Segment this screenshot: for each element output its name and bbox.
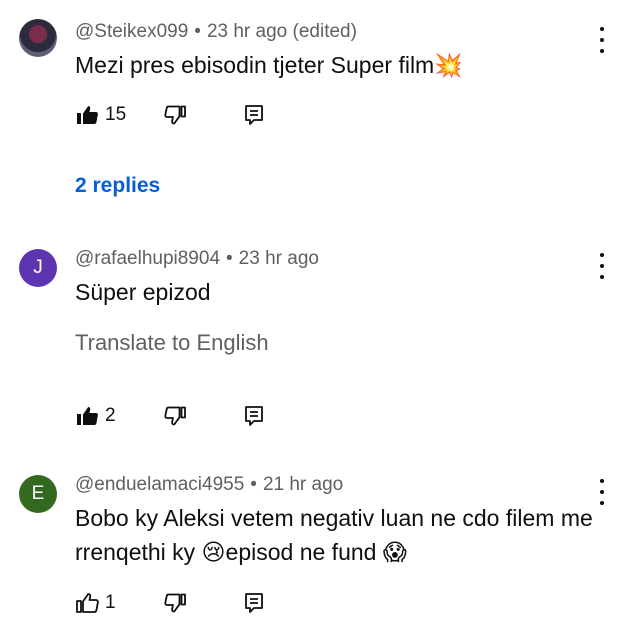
thumbs-down-icon [164,593,186,613]
thumbs-down-icon [164,105,186,125]
comment-text: Bobo ky Aleksi vetem negativ luan ne cdo… [75,505,593,565]
more-options-button[interactable] [594,479,610,505]
comment-text: Süper epizod [75,279,211,305]
reply-button[interactable] [243,404,265,428]
comment-author[interactable]: @rafaelhupi8904 [75,248,220,269]
like-count: 15 [105,104,127,125]
thumbs-up-icon [77,407,98,425]
reply-button[interactable] [243,591,265,615]
like-button[interactable]: 1 [75,591,116,615]
comment-meta: @rafaelhupi8904 • 23 hr ago [75,248,319,270]
comment-meta: @Steikex099 • 23 hr ago (edited) [75,21,357,43]
reply-button[interactable] [243,103,265,127]
like-count: 2 [105,405,116,426]
avatar[interactable]: E [19,475,57,513]
more-options-button[interactable] [594,27,610,53]
thumbs-up-icon [76,593,99,613]
translate-link[interactable]: Translate to English [75,330,269,356]
meta-separator: • [250,474,257,495]
reply-comment-icon [245,406,263,426]
like-button[interactable]: 15 [75,103,126,127]
comment-meta: @enduelamaci4955 • 21 hr ago [75,474,343,496]
dislike-button[interactable] [163,591,187,615]
comment-time: 21 hr ago [262,474,344,495]
more-vertical-icon [600,27,604,31]
thumbs-up-icon [77,106,98,124]
avatar[interactable] [19,19,57,57]
more-vertical-icon [600,253,604,257]
comment-time: 23 hr ago [238,248,319,269]
comment-time: 23 hr ago (edited) [206,21,357,42]
reply-comment-icon [245,593,263,613]
meta-separator: • [226,248,233,269]
comment-author[interactable]: @Steikex099 [75,21,188,42]
like-button[interactable]: 2 [75,404,116,428]
more-vertical-icon [600,479,604,483]
reply-comment-icon [245,105,263,125]
like-count: 1 [105,592,116,613]
avatar[interactable]: J [19,249,57,287]
dislike-button[interactable] [163,103,187,127]
thumbs-down-icon [164,406,186,426]
comment-text: Mezi pres ebisodin tjeter Super film💥 [75,52,463,78]
avatar-letter: J [33,257,43,278]
view-replies-button[interactable]: 2 replies [75,174,160,198]
comment-author[interactable]: @enduelamaci4955 [75,474,244,495]
avatar-letter: E [31,483,45,504]
dislike-button[interactable] [163,404,187,428]
meta-separator: • [194,21,201,42]
more-options-button[interactable] [594,253,610,279]
